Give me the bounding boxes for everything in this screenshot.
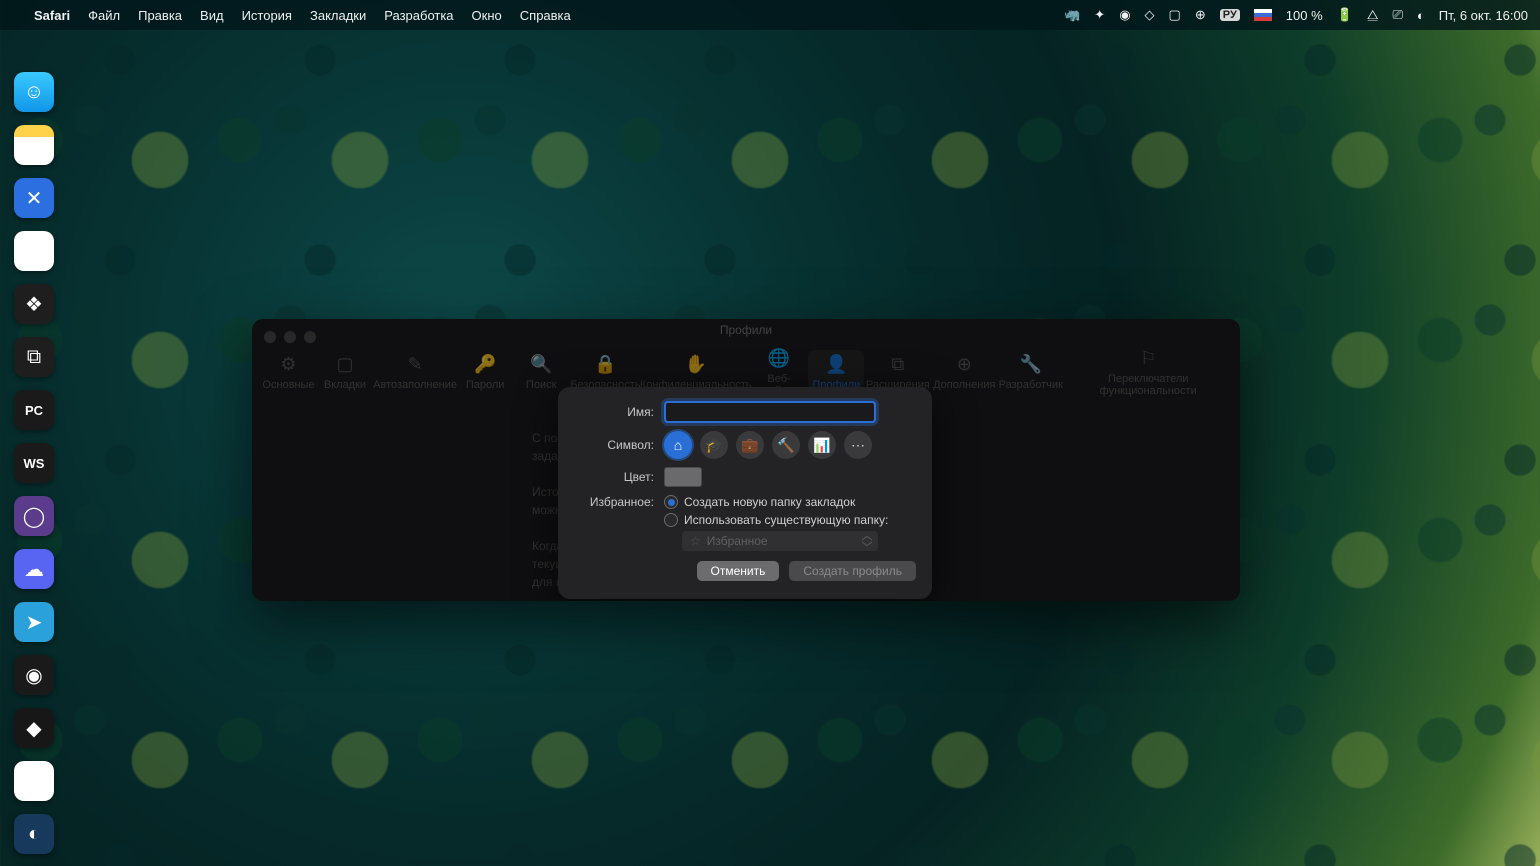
dock-telegram[interactable]: ➤ xyxy=(14,602,54,642)
menu-help[interactable]: Справка xyxy=(520,8,571,23)
dock-ublock[interactable]: ◐ xyxy=(14,814,54,854)
symbol-label: Символ: xyxy=(574,438,664,452)
dock-vscode[interactable]: ⧉ xyxy=(14,337,54,377)
wifi-icon[interactable]: ⧋ xyxy=(1367,7,1379,23)
safari-settings-window: Профили ⚙Основные▢Вкладки✎Автозаполнение… xyxy=(252,319,1240,601)
status-globe-icon[interactable]: ⊕ xyxy=(1195,7,1206,23)
flag-icon[interactable] xyxy=(1254,9,1272,21)
symbol-hammer-icon[interactable]: 🔨 xyxy=(772,431,800,459)
menu-history[interactable]: История xyxy=(242,8,292,23)
siri-icon[interactable]: ◐ xyxy=(1417,8,1425,23)
dock-pycharm[interactable]: PC xyxy=(14,390,54,430)
menubar: Safari Файл Правка Вид История Закладки … xyxy=(0,0,1540,30)
menu-window[interactable]: Окно xyxy=(472,8,502,23)
star-icon: ☆ xyxy=(690,534,701,548)
favorites-label: Избранное: xyxy=(574,495,664,509)
radio-create-new-folder[interactable]: Создать новую папку закладок xyxy=(664,495,916,509)
radio-use-existing-folder[interactable]: Использовать существующую папку: xyxy=(664,513,916,527)
name-label: Имя: xyxy=(574,405,664,419)
status-icon-2[interactable]: ✦ xyxy=(1094,7,1105,23)
cancel-button[interactable]: Отменить xyxy=(697,561,780,581)
favorites-folder-popup[interactable]: ☆ Избранное xyxy=(682,531,878,551)
menu-bookmarks[interactable]: Закладки xyxy=(310,8,366,23)
status-square-icon[interactable]: ▢ xyxy=(1169,7,1181,23)
status-icons: 🦏 ✦ ◉ ◇ ▢ ⊕ РУ 100 % 🔋 ⧋ ⎚ ◐ Пт, 6 окт. … xyxy=(1064,7,1528,23)
color-well[interactable] xyxy=(664,467,702,487)
profile-name-input[interactable] xyxy=(664,401,876,423)
menu-file[interactable]: Файл xyxy=(88,8,120,23)
menu-view[interactable]: Вид xyxy=(200,8,224,23)
radio-create-label: Создать новую папку закладок xyxy=(684,495,855,509)
symbol-briefcase-icon[interactable]: 💼 xyxy=(736,431,764,459)
dock-figma[interactable]: ❖ xyxy=(14,284,54,324)
dock-tools[interactable]: ✕ xyxy=(14,178,54,218)
keyboard-layout[interactable]: РУ xyxy=(1220,9,1240,21)
symbol-chart-icon[interactable]: 📊 xyxy=(808,431,836,459)
dock-asana[interactable]: ⋮ xyxy=(14,761,54,801)
control-center-icon[interactable]: ⎚ xyxy=(1392,7,1402,23)
battery-text: 100 % xyxy=(1286,8,1323,23)
symbol-bookmark-icon[interactable]: ⌂ xyxy=(664,431,692,459)
status-icon-1[interactable]: 🦏 xyxy=(1064,7,1080,23)
dock-finder[interactable]: ☺ xyxy=(14,72,54,112)
status-play-icon[interactable]: ◉ xyxy=(1119,7,1130,23)
dock-github[interactable]: ◯ xyxy=(14,496,54,536)
dock: ☺✕〰❖⧉PCWS◯☁➤◉◆⋮◐✦>_ xyxy=(14,72,54,866)
status-diamond-icon[interactable]: ◇ xyxy=(1145,7,1155,23)
dock-obsidian[interactable]: ◆ xyxy=(14,708,54,748)
app-name[interactable]: Safari xyxy=(34,8,70,23)
new-profile-sheet: Имя: Символ: ⌂ 🎓 💼 🔨 📊 ⋯ Цвет: Избранное: Соз… xyxy=(558,387,932,599)
menu-develop[interactable]: Разработка xyxy=(384,8,453,23)
color-label: Цвет: xyxy=(574,470,664,484)
menu-edit[interactable]: Правка xyxy=(138,8,182,23)
dock-webstorm[interactable]: WS xyxy=(14,443,54,483)
battery-icon[interactable]: 🔋 xyxy=(1337,7,1353,23)
create-profile-button[interactable]: Создать профиль xyxy=(789,561,916,581)
symbol-graduation-icon[interactable]: 🎓 xyxy=(700,431,728,459)
favorites-popup-value: Избранное xyxy=(707,534,768,548)
dock-freeform[interactable]: 〰 xyxy=(14,231,54,271)
dock-discord[interactable]: ☁ xyxy=(14,549,54,589)
symbol-more-icon[interactable]: ⋯ xyxy=(844,431,872,459)
dock-notes[interactable] xyxy=(14,125,54,165)
clock[interactable]: Пт, 6 окт. 16:00 xyxy=(1439,8,1528,23)
dock-spotify[interactable]: ◉ xyxy=(14,655,54,695)
radio-existing-label: Использовать существующую папку: xyxy=(684,513,888,527)
